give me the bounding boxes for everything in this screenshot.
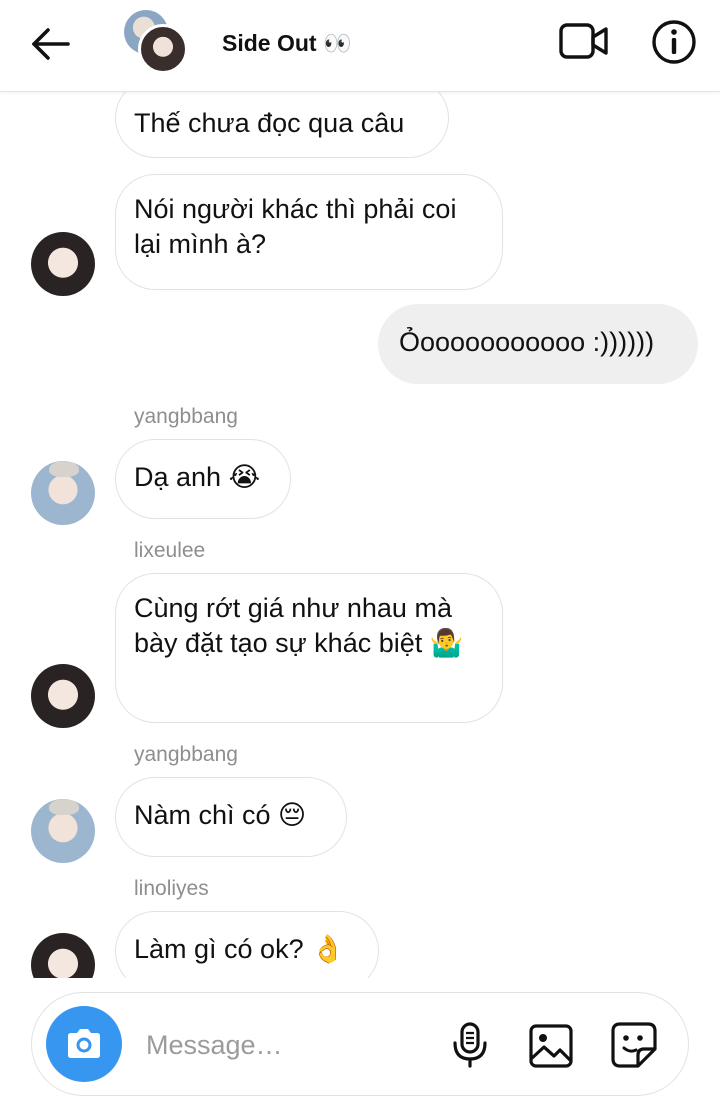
message-text: Dạ anh 😭: [134, 462, 261, 492]
message-text: Thế chưa đọc qua câu: [134, 108, 405, 138]
chat-header: Side Out 👀: [0, 0, 720, 92]
sender-name: yangbbang: [134, 743, 238, 766]
sender-avatar[interactable]: [31, 461, 95, 525]
sender-avatar[interactable]: [31, 933, 95, 978]
message-input[interactable]: [144, 1023, 418, 1067]
message-text: Nói người khác thì phải coi lại mình à?: [134, 194, 457, 259]
camera-icon: [68, 1029, 100, 1058]
back-arrow-icon[interactable]: [30, 26, 72, 62]
sender-avatar[interactable]: [31, 664, 95, 728]
message-bubble[interactable]: Thế chưa đọc qua câu: [115, 92, 449, 158]
sender-name: yangbbang: [134, 405, 238, 428]
message-bubble[interactable]: Dạ anh 😭: [115, 439, 291, 519]
message-composer: [31, 992, 689, 1096]
group-avatar-front: [138, 24, 188, 74]
sender-name: linoliyes: [134, 877, 209, 900]
message-thread[interactable]: Thế chưa đọc qua câu Nói người khác thì …: [0, 92, 720, 978]
gallery-icon[interactable]: [528, 1023, 574, 1069]
sender-name: lixeulee: [134, 539, 206, 562]
video-call-icon[interactable]: [558, 20, 610, 62]
sticker-icon[interactable]: [610, 1021, 658, 1069]
message-bubble[interactable]: Nói người khác thì phải coi lại mình à?: [115, 174, 503, 290]
chat-title[interactable]: Side Out 👀: [222, 30, 352, 57]
message-bubble[interactable]: Nàm chì có 😔: [115, 777, 347, 857]
camera-button[interactable]: [46, 1006, 122, 1082]
message-bubble[interactable]: Làm gì có ok? 👌: [115, 911, 379, 978]
own-message-bubble[interactable]: Ỏooooooooooo :)))))): [378, 304, 698, 384]
group-avatar[interactable]: [124, 10, 190, 74]
message-text: Ỏooooooooooo :)))))): [399, 327, 655, 357]
info-icon[interactable]: [650, 18, 698, 66]
message-text: Nàm chì có 😔: [134, 800, 307, 830]
message-bubble[interactable]: Cùng rớt giá như nhau mà bày đặt tạo sự …: [115, 573, 503, 723]
sender-avatar[interactable]: [31, 799, 95, 863]
message-text: Làm gì có ok? 👌: [134, 934, 345, 964]
microphone-icon[interactable]: [450, 1021, 490, 1069]
sender-avatar[interactable]: [31, 232, 95, 296]
message-text: Cùng rớt giá như nhau mà bày đặt tạo sự …: [134, 593, 464, 658]
